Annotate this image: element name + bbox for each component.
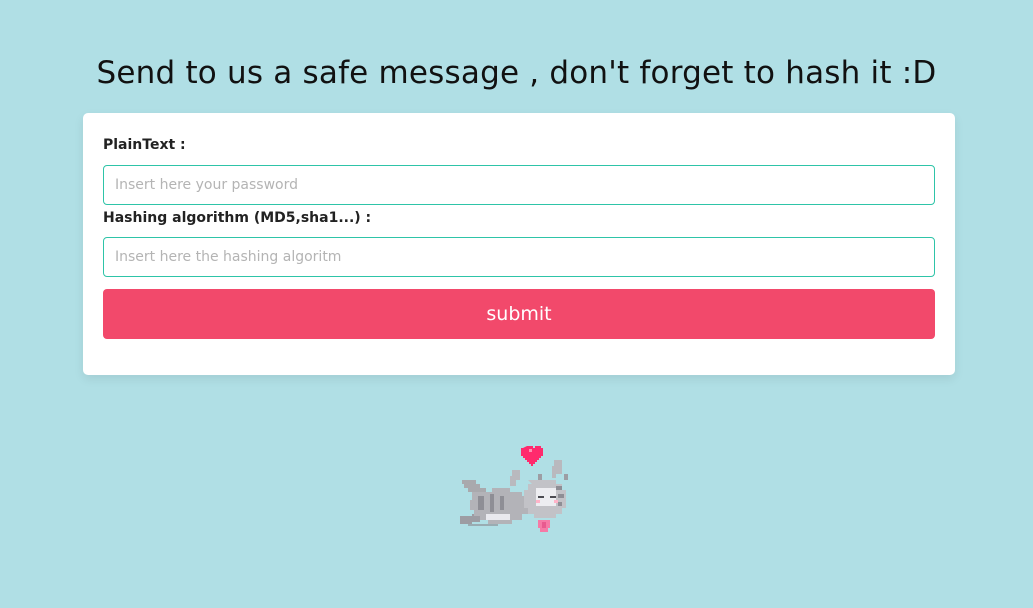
- cat-with-heart-image: [458, 440, 584, 542]
- hash-form-card: PlainText : Hashing algorithm (MD5,sha1.…: [83, 113, 955, 375]
- algorithm-label: Hashing algorithm (MD5,sha1...) :: [103, 210, 372, 226]
- plaintext-label: PlainText :: [103, 137, 186, 153]
- plaintext-input[interactable]: [103, 165, 935, 205]
- cat-illustration: [460, 446, 568, 532]
- page: Send to us a safe message , don't forget…: [0, 0, 1033, 608]
- algorithm-input[interactable]: [103, 237, 935, 277]
- page-title: Send to us a safe message , don't forget…: [96, 55, 937, 91]
- submit-button[interactable]: submit: [103, 289, 935, 339]
- heart-icon: [521, 446, 543, 466]
